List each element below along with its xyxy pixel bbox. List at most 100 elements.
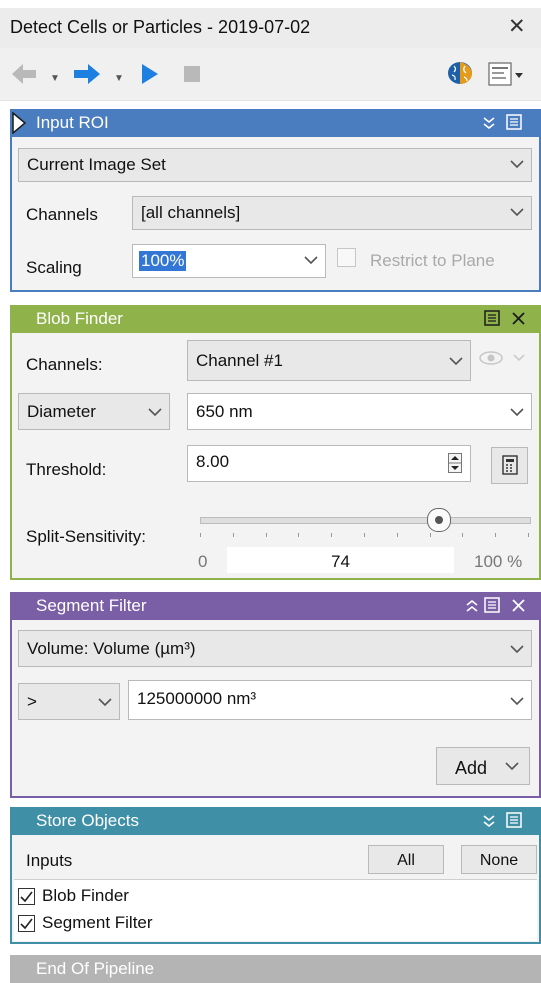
checkmark-icon [20, 891, 33, 903]
blob-channel-select[interactable]: Channel #1 [187, 340, 471, 381]
inputs-list: Blob Finder Segment Filter [14, 879, 537, 941]
panel-menu-icon[interactable] [506, 812, 523, 829]
channels-label: Channels [26, 205, 98, 224]
slider-tick [200, 533, 201, 537]
slider-tick [298, 533, 300, 537]
input-roi-panel: Current Image Set Channels [all channels… [10, 137, 541, 292]
filter-feature-select[interactable]: Volume: Volume (µm³) [18, 630, 532, 667]
restrict-to-plane-label: Restrict to Plane [370, 251, 495, 270]
brain-button[interactable] [446, 60, 474, 91]
none-label: None [479, 852, 519, 869]
threshold-label: Threshold: [26, 460, 107, 479]
view-menu-button[interactable] [488, 60, 524, 93]
spinner-updown-icon[interactable] [448, 453, 462, 473]
chevron-down-icon[interactable] [513, 353, 525, 363]
diameter-value: 650 nm [196, 402, 253, 421]
stop-icon [184, 66, 200, 82]
stop-button[interactable] [184, 66, 200, 87]
calculator-icon [502, 455, 518, 475]
store-objects-title: Store Objects [36, 811, 139, 830]
forward-dropdown-icon[interactable]: ▼ [114, 73, 124, 84]
collapse-up-icon[interactable] [465, 599, 479, 613]
threshold-input[interactable]: 8.00 [187, 445, 471, 482]
forward-button[interactable] [72, 62, 102, 91]
split-sensitivity-label: Split-Sensitivity: [26, 527, 146, 546]
input-roi-title: Input ROI [36, 113, 109, 132]
channels-select[interactable]: [all channels] [132, 196, 532, 230]
list-menu-icon [488, 62, 523, 86]
select-all-button[interactable]: All [368, 845, 444, 874]
slider-tick [528, 533, 529, 537]
remove-x-icon[interactable] [511, 598, 526, 613]
split-min-label: 0 [198, 552, 208, 571]
slider-tick [462, 533, 464, 537]
chevron-down-icon [449, 357, 463, 366]
inputs-label: Inputs [26, 851, 73, 870]
checkmark-icon [20, 918, 33, 930]
play-button[interactable] [140, 63, 160, 90]
list-item-label: Segment Filter [42, 913, 153, 932]
chevron-down-icon [98, 698, 112, 707]
select-none-button[interactable]: None [461, 845, 537, 874]
store-objects-panel: Inputs All None Blob Finder Segment Filt… [10, 835, 541, 944]
toolbar: ▼ ▼ [0, 48, 541, 101]
split-sensitivity-thumb[interactable] [427, 508, 452, 532]
blob-finder-header[interactable]: Blob Finder [10, 305, 541, 333]
slider-tick [265, 533, 267, 537]
chevron-down-icon [510, 697, 524, 706]
all-label: All [397, 852, 415, 869]
diameter-value-input[interactable]: 650 nm [187, 393, 532, 430]
image-set-select[interactable]: Current Image Set [18, 148, 532, 182]
close-icon[interactable]: ✕ [508, 14, 526, 39]
split-value: 74 [331, 552, 350, 571]
calculator-button[interactable] [491, 447, 528, 484]
arrow-right-icon [74, 64, 100, 84]
input-roi-header[interactable]: Input ROI [10, 109, 541, 137]
split-sensitivity-ticks [200, 533, 529, 537]
restrict-to-plane-checkbox[interactable] [337, 248, 356, 267]
channels-value: [all channels] [141, 203, 241, 222]
store-objects-header[interactable]: Store Objects [10, 807, 541, 835]
filter-threshold-input[interactable]: 125000000 nm³ [128, 680, 532, 720]
blob-channels-label: Channels: [26, 355, 103, 374]
slider-tick [429, 533, 431, 537]
split-max-label: 100 % [474, 552, 523, 571]
back-dropdown-icon[interactable]: ▼ [50, 73, 60, 84]
panel-menu-icon[interactable] [484, 310, 501, 327]
play-icon [142, 64, 158, 84]
window-title: Detect Cells or Particles - 2019-07-02 [10, 17, 311, 37]
brain-icon [448, 62, 472, 84]
blob-finder-panel: Channels: Channel #1 Diameter 650 nm Thr… [10, 333, 541, 580]
collapse-double-chevron-icon[interactable] [482, 814, 496, 828]
segment-filter-header[interactable]: Segment Filter [10, 592, 541, 620]
end-of-pipeline-title: End Of Pipeline [36, 959, 155, 978]
chevron-down-icon [304, 256, 318, 265]
diameter-label: Diameter [27, 402, 96, 421]
back-button[interactable] [10, 62, 38, 91]
slider-tick [232, 533, 234, 537]
panel-menu-icon[interactable] [484, 597, 501, 614]
add-label: Add [455, 758, 488, 778]
panel-menu-icon[interactable] [506, 114, 523, 131]
slider-tick [331, 533, 333, 537]
remove-x-icon[interactable] [511, 311, 526, 326]
operator-select[interactable]: > [18, 683, 120, 720]
operator-value: > [27, 692, 37, 711]
threshold-value: 8.00 [196, 452, 230, 471]
slider-tick [396, 533, 398, 537]
split-sensitivity-track[interactable] [200, 517, 531, 524]
blob-channel-value: Channel #1 [196, 351, 283, 370]
add-filter-button[interactable]: Add [436, 747, 530, 785]
scaling-select[interactable]: 100% [132, 244, 326, 278]
split-value-box[interactable]: 74 [227, 547, 454, 573]
segment-filter-checkbox[interactable] [18, 915, 35, 932]
diameter-select[interactable]: Diameter [18, 393, 170, 430]
eye-icon[interactable] [479, 348, 505, 368]
filter-feature-value: Volume: Volume (µm³) [27, 639, 196, 658]
chevron-down-icon [505, 762, 519, 771]
slider-tick [495, 533, 497, 537]
blob-finder-checkbox[interactable] [18, 888, 35, 905]
collapse-double-chevron-icon[interactable] [482, 116, 496, 130]
chevron-down-icon [510, 408, 524, 417]
scaling-value: 100% [139, 251, 187, 271]
